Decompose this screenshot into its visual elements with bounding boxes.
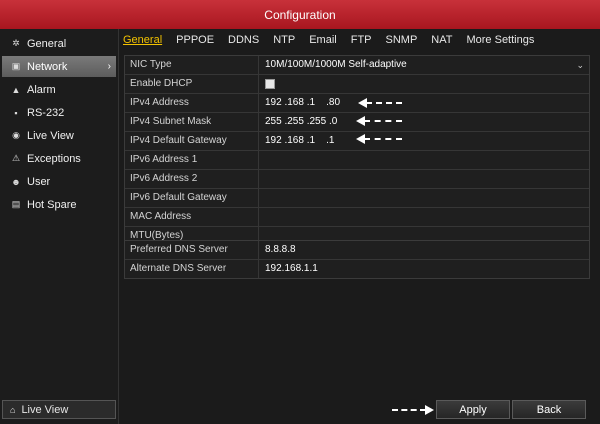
- bell-icon: ▲: [11, 84, 21, 95]
- tab-email[interactable]: Email: [309, 34, 337, 46]
- ipv4-gateway-value: 192 .168 .1 .1: [265, 135, 335, 146]
- window-title: Configuration: [264, 7, 336, 22]
- dhcp-checkbox[interactable]: [265, 79, 275, 89]
- sidebar-item-hot-spare[interactable]: ▤ Hot Spare: [2, 194, 116, 215]
- ipv4-subnet-label: IPv4 Subnet Mask: [125, 113, 259, 131]
- live-view-button[interactable]: ⌂ Live View: [2, 400, 116, 419]
- nic-type-value: 10M/100M/1000M Self-adaptive: [265, 59, 407, 70]
- network-settings-panel: NIC Type 10M/100M/1000M Self-adaptive ⌄ …: [124, 55, 590, 246]
- tab-ddns[interactable]: DDNS: [228, 34, 259, 46]
- ipv6-address-2-row: IPv6 Address 2: [125, 170, 589, 189]
- nic-type-select[interactable]: 10M/100M/1000M Self-adaptive ⌄: [259, 56, 589, 74]
- preferred-dns-field[interactable]: 8.8.8.8: [259, 241, 589, 259]
- ipv4-address-label: IPv4 Address: [125, 94, 259, 112]
- network-icon: ▣: [11, 61, 21, 71]
- preferred-dns-label: Preferred DNS Server: [125, 241, 259, 259]
- gear-icon: ✲: [12, 38, 20, 48]
- tab-general[interactable]: General: [123, 34, 162, 46]
- sidebar-item-label: RS-232: [27, 106, 65, 119]
- ipv6-gateway-label: IPv6 Default Gateway: [125, 189, 259, 207]
- sidebar-item-user[interactable]: ☻ User: [2, 171, 116, 192]
- ipv6-address-1-row: IPv6 Address 1: [125, 151, 589, 170]
- sidebar-item-rs232[interactable]: ▪ RS-232: [2, 102, 116, 123]
- ipv6-gateway-row: IPv6 Default Gateway: [125, 189, 589, 208]
- annotation-arrow-ipv4-address: [358, 98, 402, 108]
- ipv4-gateway-field[interactable]: 192 .168 .1 .1: [259, 132, 589, 150]
- ipv6-address-2-value: [259, 170, 589, 188]
- dhcp-row: Enable DHCP: [125, 75, 589, 94]
- server-icon: ▤: [11, 199, 21, 209]
- annotation-arrow-subnet-mask: [356, 116, 402, 126]
- nic-type-row: NIC Type 10M/100M/1000M Self-adaptive ⌄: [125, 56, 589, 75]
- annotation-arrow-gateway: [356, 134, 402, 144]
- apply-button[interactable]: Apply: [436, 400, 510, 419]
- tab-ftp[interactable]: FTP: [351, 34, 372, 46]
- tab-bar: General PPPOE DDNS NTP Email FTP SNMP NA…: [119, 29, 600, 51]
- users-icon: ☻: [11, 176, 21, 187]
- ipv4-address-row: IPv4 Address 192 .168 .1 .80: [125, 94, 589, 113]
- sidebar-item-label: Network: [27, 60, 68, 73]
- ipv4-subnet-field[interactable]: 255 .255 .255 .0: [259, 113, 589, 131]
- sidebar-item-label: General: [27, 37, 67, 50]
- home-icon: ⌂: [10, 404, 16, 415]
- tab-pppoe[interactable]: PPPOE: [176, 34, 214, 46]
- chevron-right-icon: ›: [107, 61, 111, 72]
- sidebar-item-label: Alarm: [27, 83, 56, 96]
- ipv6-address-1-label: IPv6 Address 1: [125, 151, 259, 169]
- back-button[interactable]: Back: [512, 400, 586, 419]
- sidebar-item-live-view[interactable]: ◉ Live View: [2, 125, 116, 146]
- alternate-dns-field[interactable]: 192.168.1.1: [259, 260, 589, 278]
- dhcp-label: Enable DHCP: [125, 75, 259, 93]
- ipv4-address-value: 192 .168 .1 .80: [265, 97, 341, 108]
- eye-icon: ◉: [12, 130, 20, 140]
- mac-address-label: MAC Address: [125, 208, 259, 226]
- tab-more-settings[interactable]: More Settings: [466, 34, 534, 46]
- sidebar-item-label: Exceptions: [27, 152, 81, 165]
- dns-settings-panel: Preferred DNS Server 8.8.8.8 Alternate D…: [124, 240, 590, 279]
- alternate-dns-row: Alternate DNS Server 192.168.1.1: [125, 260, 589, 278]
- annotation-arrow-apply: [392, 405, 434, 415]
- mac-address-row: MAC Address: [125, 208, 589, 227]
- sidebar-item-general[interactable]: ✲ General: [2, 33, 116, 54]
- tab-nat[interactable]: NAT: [431, 34, 452, 46]
- sidebar-item-label: User: [27, 175, 51, 188]
- alternate-dns-label: Alternate DNS Server: [125, 260, 259, 278]
- sidebar-item-alarm[interactable]: ▲ Alarm: [2, 79, 116, 100]
- nic-type-label: NIC Type: [125, 56, 259, 74]
- ipv6-gateway-value: [259, 189, 589, 207]
- ipv6-address-2-label: IPv6 Address 2: [125, 170, 259, 188]
- live-view-button-label: Live View: [21, 403, 69, 416]
- tab-ntp[interactable]: NTP: [273, 34, 295, 46]
- ipv4-address-field[interactable]: 192 .168 .1 .80: [259, 94, 589, 112]
- serial-port-icon: ▪: [14, 107, 18, 118]
- warning-icon: ⚠: [11, 153, 21, 163]
- ipv4-subnet-value: 255 .255 .255 .0: [265, 116, 338, 127]
- configuration-window: Configuration ✲ General ▣ Network › ▲ Al…: [0, 0, 600, 424]
- sidebar-item-label: Hot Spare: [27, 198, 77, 211]
- sidebar-item-label: Live View: [27, 129, 74, 142]
- ipv6-address-1-value: [259, 151, 589, 169]
- sidebar: ✲ General ▣ Network › ▲ Alarm ▪ RS-232 ◉…: [0, 29, 119, 424]
- alternate-dns-value: 192.168.1.1: [265, 263, 318, 274]
- mac-address-value: [259, 208, 589, 226]
- tab-snmp[interactable]: SNMP: [386, 34, 418, 46]
- sidebar-item-exceptions[interactable]: ⚠ Exceptions: [2, 148, 116, 169]
- chevron-down-icon: ⌄: [576, 60, 584, 70]
- preferred-dns-row: Preferred DNS Server 8.8.8.8: [125, 241, 589, 260]
- title-bar: Configuration: [0, 0, 600, 29]
- sidebar-item-network[interactable]: ▣ Network ›: [2, 56, 116, 77]
- ipv4-gateway-label: IPv4 Default Gateway: [125, 132, 259, 150]
- preferred-dns-value: 8.8.8.8: [265, 244, 296, 255]
